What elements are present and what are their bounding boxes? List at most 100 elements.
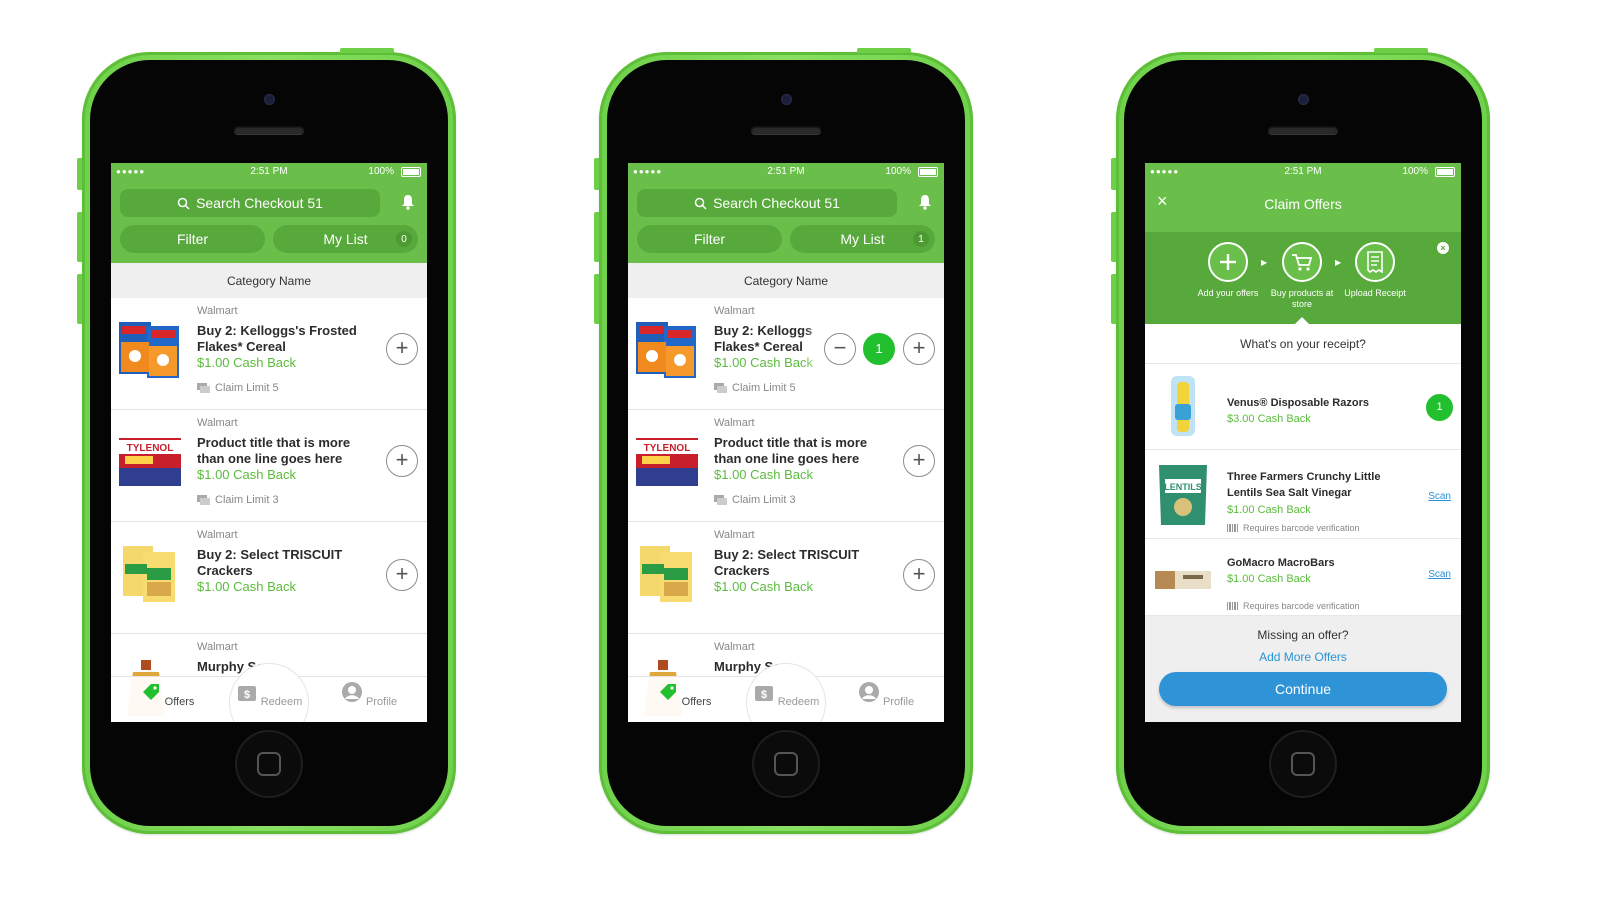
offer-card[interactable]: TYLENOL Walmart Product title that is mo… (111, 410, 427, 522)
barcode-requirement: Requires barcode verification (1227, 601, 1360, 611)
claim-limit-text: Claim Limit 3 (215, 494, 279, 506)
home-button[interactable] (752, 730, 820, 798)
bell-icon[interactable] (918, 194, 932, 210)
offer-title: Product title that is more than one line… (197, 435, 351, 466)
header: Search Checkout 51 Filter My List 1 (628, 181, 944, 263)
offer-store: Walmart (714, 529, 755, 541)
mute-switch (77, 158, 82, 190)
status-bar: ●●●●● 2:51 PM 100% (628, 163, 944, 181)
search-placeholder: Search Checkout 51 (713, 195, 840, 211)
my-list-button[interactable]: My List 0 (273, 225, 418, 253)
search-input[interactable]: Search Checkout 51 (637, 189, 897, 217)
search-input[interactable]: Search Checkout 51 (120, 189, 380, 217)
venus-razor-image (1171, 376, 1195, 436)
cereal-product-image (636, 322, 696, 378)
tab-redeem-label: Redeem (777, 696, 820, 708)
offer-store: Walmart (197, 305, 238, 317)
claim-item[interactable]: LENTILS Three Farmers Crunchy Little Len… (1145, 453, 1461, 539)
svg-text:$: $ (244, 689, 250, 701)
claim-item[interactable]: GoMacro MacroBars $1.00 Cash Back Requir… (1145, 541, 1461, 616)
claim-item-title: Venus® Disposable Razors (1227, 397, 1369, 409)
bell-icon[interactable] (401, 194, 415, 210)
tab-profile[interactable]: Profile (334, 681, 404, 708)
claim-item-title: GoMacro MacroBars (1227, 557, 1335, 569)
tab-offers[interactable]: Offers (649, 681, 719, 708)
search-icon (694, 197, 707, 210)
add-offer-button[interactable]: + (386, 445, 418, 477)
tab-profile[interactable]: Profile (851, 681, 921, 708)
claim-limit-text: Claim Limit 3 (732, 494, 796, 506)
add-offer-button[interactable]: + (903, 445, 935, 477)
claim-limit: Claim Limit 5 (714, 382, 796, 394)
step-buy-products: Buy products at store (1267, 242, 1337, 310)
add-offer-button[interactable]: + (386, 559, 418, 591)
volume-down-button (594, 274, 599, 324)
claim-item-cash: $1.00 Cash Back (1227, 504, 1311, 516)
power-button (1374, 48, 1428, 53)
my-list-label: My List (840, 231, 885, 247)
add-more-offers-link[interactable]: Add More Offers (1145, 650, 1461, 664)
profile-icon (858, 682, 879, 702)
plus-button[interactable]: + (903, 333, 935, 365)
continue-button[interactable]: Continue (1159, 672, 1447, 706)
phone-3: ●●●●● 2:51 PM 100% × Claim Offers Add yo… (1111, 48, 1490, 834)
filter-label: Filter (693, 231, 726, 247)
offer-card[interactable]: TYLENOL Walmart Product title that is mo… (628, 410, 944, 522)
tab-redeem-label: Redeem (260, 696, 303, 708)
my-list-count: 0 (396, 231, 412, 247)
claim-limit-icon (197, 383, 210, 393)
claim-item-title: Three Farmers Crunchy Little Lentils Sea… (1227, 471, 1381, 499)
mute-switch (1111, 158, 1116, 190)
category-header: Category Name (628, 263, 944, 298)
svg-text:TYLENOL: TYLENOL (127, 443, 174, 454)
offer-card[interactable]: Walmart Buy 2: Kelloggs's Frosted Flakes… (111, 298, 427, 410)
minus-button[interactable]: − (824, 333, 856, 365)
offer-card[interactable]: Walmart Buy 2: Select TRISCUIT Crackers … (111, 522, 427, 634)
screen-offers: ●●●●● 2:51 PM 100% Search Checkout 51 Fi… (111, 163, 427, 722)
step-upload-receipt: Upload Receipt (1340, 242, 1410, 299)
claim-item[interactable]: Venus® Disposable Razors $3.00 Cash Back… (1145, 366, 1461, 450)
offer-cash-back: $1.00 Cash Back (197, 467, 297, 482)
offer-store: Walmart (714, 417, 755, 429)
offer-title: Product title that is more than one line… (714, 435, 868, 466)
filter-button[interactable]: Filter (637, 225, 782, 253)
barcode-requirement: Requires barcode verification (1227, 523, 1360, 533)
tab-offers[interactable]: Offers (132, 681, 202, 708)
tab-offers-label: Offers (681, 696, 712, 708)
add-offer-button[interactable]: + (386, 333, 418, 365)
claim-limit-text: Claim Limit 5 (215, 382, 279, 394)
offer-card[interactable]: Walmart Buy 2: Kelloggs Flakes* Cereal $… (628, 298, 944, 410)
search-icon (177, 197, 190, 210)
my-list-button[interactable]: My List 1 (790, 225, 935, 253)
offer-title: Buy 2: Select TRISCUIT Crackers (714, 547, 860, 578)
barcode-icon (1227, 524, 1238, 532)
offer-card[interactable]: Walmart Buy 2: Select TRISCUIT Crackers … (628, 522, 944, 634)
scan-link[interactable]: Scan (1428, 569, 1451, 580)
home-button[interactable] (1269, 730, 1337, 798)
volume-down-button (1111, 274, 1116, 324)
offer-title: Buy 2: Kelloggs's Frosted Flakes* Cereal (197, 323, 357, 354)
tab-profile-label: Profile (365, 696, 398, 708)
dismiss-steps-icon[interactable]: × (1437, 242, 1449, 254)
camera (781, 94, 792, 105)
filter-button[interactable]: Filter (120, 225, 265, 253)
claim-limit: Claim Limit 3 (714, 494, 796, 506)
tab-redeem[interactable]: $ Redeem (751, 681, 821, 708)
claim-header: × Claim Offers (1145, 181, 1461, 232)
home-button[interactable] (235, 730, 303, 798)
camera (264, 94, 275, 105)
power-button (857, 48, 911, 53)
receipt-icon (1367, 251, 1383, 273)
tag-icon (659, 684, 676, 700)
phone-2: ●●●●● 2:51 PM 100% Search Checkout 51 Fi… (594, 48, 973, 834)
scan-link[interactable]: Scan (1428, 491, 1451, 502)
speaker (234, 126, 304, 134)
claim-item-cash: $1.00 Cash Back (1227, 573, 1311, 585)
lentils-product-image: LENTILS (1159, 465, 1207, 525)
power-button (340, 48, 394, 53)
svg-text:$: $ (761, 689, 767, 701)
cereal-product-image (119, 322, 179, 378)
mute-switch (594, 158, 599, 190)
tab-redeem[interactable]: $ Redeem (234, 681, 304, 708)
add-offer-button[interactable]: + (903, 559, 935, 591)
